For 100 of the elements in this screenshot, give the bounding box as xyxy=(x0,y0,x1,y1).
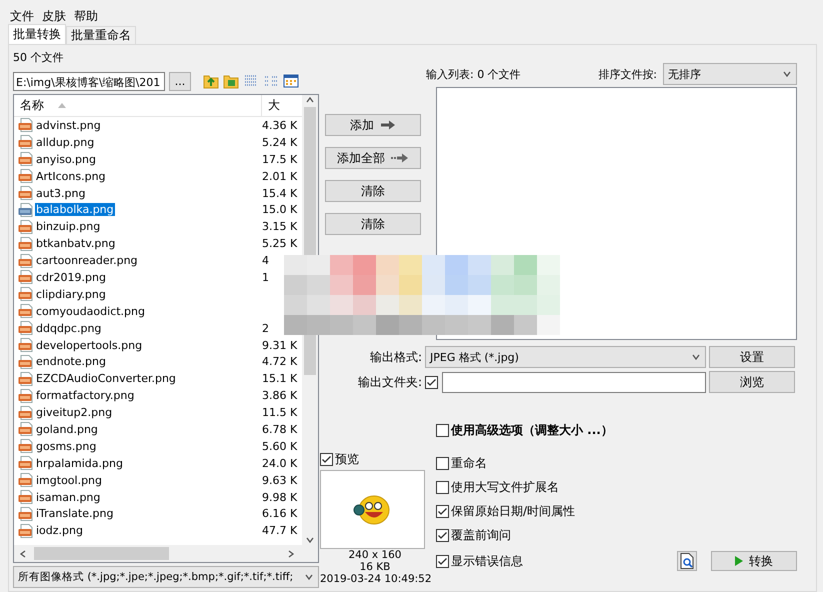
option-checkbox-label[interactable]: 保留原始日期/时间属性 xyxy=(436,503,797,520)
column-header[interactable]: 名称 xyxy=(14,95,262,116)
list-action-button[interactable]: 添加全部 xyxy=(325,147,421,169)
image-file-icon xyxy=(18,135,34,150)
image-info: 16 KB xyxy=(358,561,392,573)
image-info: 2019-03-24 10:49:52 xyxy=(320,573,430,585)
option-checkbox-label[interactable]: 使用大写文件扩展名 xyxy=(436,479,797,496)
settings-button[interactable]: 设置 xyxy=(709,346,795,368)
scroll-down-icon[interactable] xyxy=(305,535,315,545)
image-file-icon xyxy=(18,372,34,386)
file-name[interactable]: isaman.png xyxy=(35,490,102,504)
file-size: 9.98 K xyxy=(262,490,298,504)
image-file-icon xyxy=(18,406,34,420)
play-icon xyxy=(735,556,743,566)
file-size: 17.5 K xyxy=(262,152,298,166)
preview-file-button[interactable] xyxy=(677,551,697,571)
folder-refresh-icon[interactable] xyxy=(223,73,239,89)
path-field[interactable]: E:\img\果核博客\缩略图\201 xyxy=(13,72,165,90)
image-file-icon xyxy=(18,473,34,488)
image-file-icon xyxy=(18,186,34,200)
image-file-icon xyxy=(18,456,34,470)
checkbox[interactable] xyxy=(425,376,438,388)
list-action-button[interactable]: 清除 xyxy=(325,180,421,202)
image-info: 240 x 160 xyxy=(348,549,402,561)
file-name[interactable]: EZCDAudioConverter.png xyxy=(35,372,177,386)
folder-up-icon[interactable] xyxy=(203,73,219,89)
file-type-dropdown[interactable]: 所有图像格式 (*.jpg;*.jpe;*.jpeg;*.bmp;*.gif;*.tif;*.tiff; xyxy=(13,566,319,588)
tab[interactable]: 批量重命名 xyxy=(66,26,136,44)
file-name[interactable]: ArtIcons.png xyxy=(35,170,107,183)
image-file-icon xyxy=(18,304,34,318)
scroll-right-icon[interactable] xyxy=(286,548,296,558)
advanced-options-checkbox-label[interactable]: 使用高级选项（调整大小 ...） xyxy=(436,422,797,439)
list-view-icon[interactable] xyxy=(243,73,259,89)
image-file-icon xyxy=(18,524,34,538)
file-size: 47.7 K xyxy=(262,524,298,538)
file-name[interactable]: gosms.png xyxy=(35,440,98,453)
checkbox[interactable] xyxy=(436,457,449,470)
image-file-icon xyxy=(18,118,34,132)
option-checkbox-label[interactable]: 显示错误信息 xyxy=(436,552,523,570)
list-action-button[interactable]: 清除 xyxy=(325,213,421,235)
sort-ascending-icon xyxy=(58,103,66,108)
file-size: 1 xyxy=(262,270,270,284)
menu-item[interactable]: 皮肤 xyxy=(42,8,66,22)
file-size: 11.5 K xyxy=(262,406,298,420)
sort-dropdown[interactable]: 无排序 xyxy=(663,63,797,85)
file-name[interactable]: clipdiary.png xyxy=(35,288,107,301)
browse-folder-button[interactable]: 浏览 xyxy=(709,371,795,393)
convert-button[interactable]: 转换 xyxy=(711,551,797,571)
file-name[interactable]: giveitup2.png xyxy=(35,406,114,420)
checkbox[interactable] xyxy=(436,505,449,518)
file-size: 3.86 K xyxy=(262,389,298,402)
checkbox[interactable] xyxy=(436,481,449,494)
output-format-label: 输出格式: xyxy=(368,348,422,366)
list-action-button[interactable]: 添加 xyxy=(325,114,421,136)
image-file-icon xyxy=(18,338,34,352)
file-name[interactable]: imgtool.png xyxy=(35,474,104,487)
file-size: 4.72 K xyxy=(262,355,298,368)
output-format-dropdown[interactable]: JPEG 格式 (*.jpg) xyxy=(425,346,706,368)
file-name[interactable]: comyoudaodict.png xyxy=(35,304,146,318)
checkbox[interactable] xyxy=(436,424,449,437)
file-name[interactable]: iodz.png xyxy=(35,524,84,538)
file-name[interactable]: iTranslate.png xyxy=(35,507,114,520)
file-size: 15.1 K xyxy=(262,372,298,386)
file-name[interactable]: developertools.png xyxy=(35,338,144,352)
checkbox[interactable] xyxy=(436,529,449,542)
image-file-icon xyxy=(18,254,34,268)
file-name[interactable]: ddqdpc.png xyxy=(35,322,102,335)
menu-item[interactable]: 文件 xyxy=(10,8,34,22)
file-name[interactable]: endnote.png xyxy=(35,355,107,368)
horizontal-scrollbar[interactable] xyxy=(14,545,318,562)
file-name[interactable]: anyiso.png xyxy=(35,152,97,166)
tab[interactable]: 批量转换 xyxy=(8,24,66,44)
browse-button[interactable]: ... xyxy=(169,72,191,90)
file-name[interactable]: cdr2019.png xyxy=(35,270,107,284)
file-name[interactable]: formatfactory.png xyxy=(35,389,136,402)
image-file-icon xyxy=(18,202,34,217)
menu-item[interactable]: 帮助 xyxy=(74,8,98,22)
image-file-icon xyxy=(18,270,34,284)
checkbox[interactable] xyxy=(436,554,449,568)
image-file-icon xyxy=(18,388,34,403)
file-name[interactable]: advinst.png xyxy=(35,118,102,132)
checkbox[interactable] xyxy=(320,453,333,466)
file-name[interactable]: goland.png xyxy=(35,422,99,436)
preview-checkbox-label[interactable]: 预览 xyxy=(320,451,431,468)
file-name[interactable]: aut3.png xyxy=(35,186,86,200)
option-checkbox-label[interactable]: 覆盖前询问 xyxy=(436,527,797,544)
input-list-label: 输入列表: 0 个文件 xyxy=(426,66,521,82)
thumbnail-view-icon[interactable] xyxy=(283,73,299,89)
scroll-left-icon[interactable] xyxy=(18,548,28,558)
file-name[interactable]: binzuip.png xyxy=(35,220,102,234)
file-name[interactable]: alldup.png xyxy=(35,136,96,149)
file-name[interactable]: cartoonreader.png xyxy=(35,254,139,268)
column-header[interactable]: 大 xyxy=(262,95,302,116)
file-name[interactable]: balabolka.png xyxy=(35,203,115,216)
output-folder-field[interactable] xyxy=(442,372,706,392)
dotted-right-arrow-icon xyxy=(391,153,409,163)
file-name[interactable]: hrpalamida.png xyxy=(35,456,124,470)
file-name[interactable]: btkanbatv.png xyxy=(35,237,116,250)
option-checkbox-label[interactable]: 重命名 xyxy=(436,455,797,472)
scroll-up-icon[interactable] xyxy=(305,95,315,105)
